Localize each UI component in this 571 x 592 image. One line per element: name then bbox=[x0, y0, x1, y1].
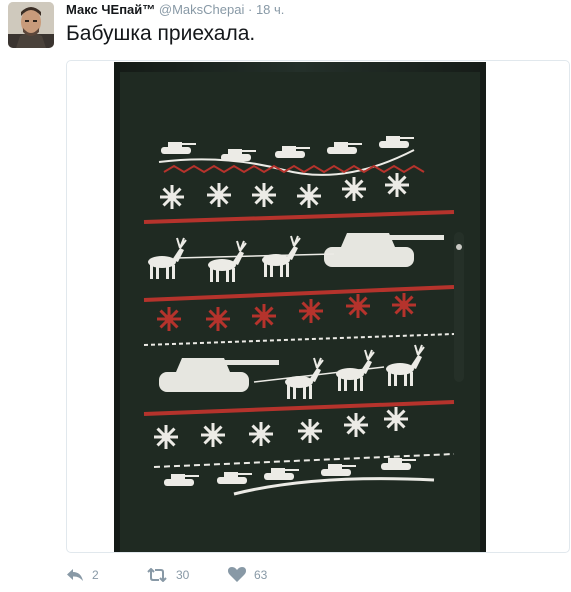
avatar-image bbox=[8, 2, 54, 48]
tweet-header: Макс ЧЕпай™ @MaksChepai · 18 ч. bbox=[66, 2, 284, 18]
sweater-photo bbox=[114, 62, 486, 552]
reply-icon bbox=[67, 569, 83, 581]
retweet-count: 30 bbox=[176, 568, 190, 582]
reply-count: 2 bbox=[92, 568, 99, 582]
action-bar: 2 30 63 bbox=[66, 565, 366, 585]
separator-dot: · bbox=[247, 2, 253, 17]
author-name[interactable]: Макс ЧЕпай™ bbox=[66, 2, 155, 17]
retweet-icon bbox=[147, 568, 167, 582]
reply-button[interactable]: 2 bbox=[66, 565, 99, 585]
retweet-button[interactable]: 30 bbox=[146, 565, 189, 585]
tweet: Макс ЧЕпай™ @MaksChepai · 18 ч. Бабушка … bbox=[0, 0, 571, 592]
like-button[interactable]: 63 bbox=[228, 565, 267, 585]
like-count: 63 bbox=[254, 568, 268, 582]
avatar[interactable] bbox=[8, 2, 54, 48]
timestamp[interactable]: 18 ч. bbox=[256, 2, 284, 17]
tweet-text: Бабушка приехала. bbox=[66, 22, 256, 45]
author-handle[interactable]: @MaksChepai bbox=[159, 2, 244, 17]
heart-icon bbox=[228, 567, 246, 582]
media-card[interactable] bbox=[66, 60, 570, 553]
